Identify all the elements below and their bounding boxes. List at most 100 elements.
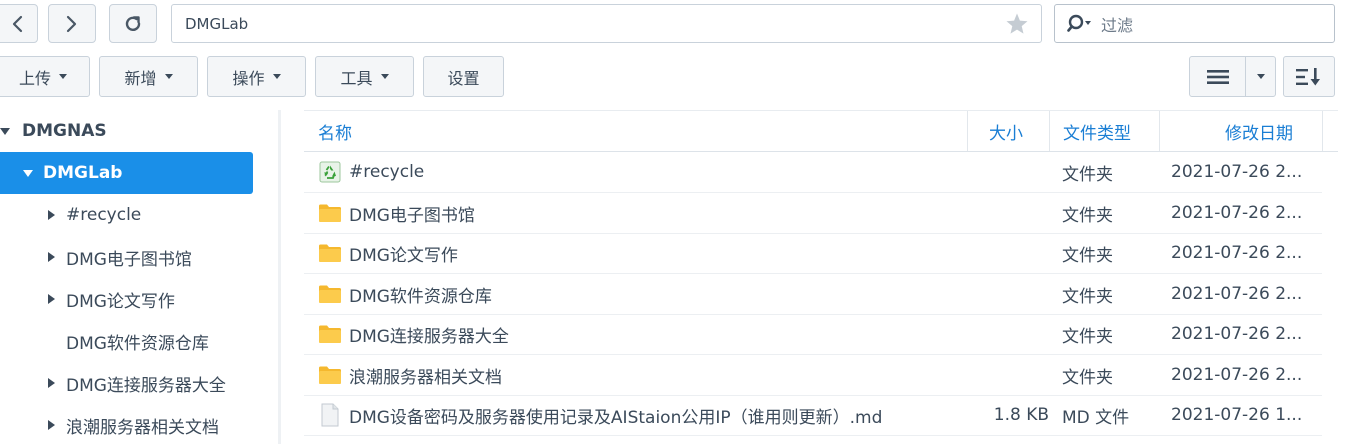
upload-button[interactable]: 上传 (0, 56, 90, 97)
chevron-right-icon (66, 15, 77, 32)
expand-right-icon[interactable] (48, 210, 55, 220)
folder-icon (318, 323, 342, 345)
tree-item[interactable]: #recycle (0, 194, 278, 236)
tree-item-label: #recycle (66, 205, 142, 225)
file-name-cell: #recycle (318, 152, 424, 192)
file-type: MD 文件 (1062, 407, 1130, 428)
file-row[interactable]: DMG设备密码及服务器使用记录及AIStaion公用IP（谁用则更新）.md 1… (304, 395, 1322, 436)
file-size: 1.8 KB (993, 405, 1049, 425)
file-name-cell: DMG软件资源仓库 (318, 274, 492, 314)
tree-item[interactable]: DMG论文写作 (0, 278, 278, 320)
column-divider[interactable] (967, 111, 968, 151)
column-header-type[interactable]: 文件类型 (1063, 111, 1131, 151)
upload-label: 上传 (18, 68, 51, 88)
expand-right-icon[interactable] (48, 420, 55, 430)
column-divider[interactable] (1322, 111, 1323, 151)
view-mode-group (1189, 56, 1276, 97)
file-modified: 2021-07-26 2... (1171, 324, 1303, 344)
list-view-button[interactable] (1190, 57, 1246, 96)
chevron-down-icon (1256, 74, 1265, 79)
file-name-cell: 浪潮服务器相关文档 (318, 355, 502, 395)
file-row[interactable]: DMG连接服务器大全 文件夹 2021-07-26 2... (304, 314, 1322, 355)
file-list-header: 名称 大小 文件类型 修改日期 (304, 110, 1338, 152)
file-name-cell: DMG连接服务器大全 (318, 314, 509, 354)
file-row[interactable]: 浪潮服务器相关文档 文件夹 2021-07-26 2... (304, 355, 1322, 396)
file-row[interactable]: DMG电子图书馆 文件夹 2021-07-26 2... (304, 193, 1322, 234)
file-modified: 2021-07-26 2... (1171, 365, 1303, 385)
chevron-down-icon (59, 74, 67, 79)
file-name-cell: DMG设备密码及服务器使用记录及AIStaion公用IP（谁用则更新）.md (318, 395, 882, 435)
expand-right-icon[interactable] (48, 378, 55, 388)
back-button[interactable] (0, 4, 38, 43)
view-mode-dropdown[interactable] (1246, 57, 1275, 96)
file-type: 文件夹 (1062, 164, 1113, 185)
tree-item[interactable]: DMG电子图书馆 (0, 236, 278, 278)
column-divider[interactable] (1049, 111, 1050, 151)
column-header-modified[interactable]: 修改日期 (1225, 111, 1293, 151)
expand-right-icon[interactable] (48, 252, 55, 262)
expand-right-icon[interactable] (48, 294, 55, 304)
search-icon (1067, 14, 1091, 32)
file-modified: 2021-07-26 2... (1171, 203, 1303, 223)
tree-root-label: DMGNAS (22, 121, 107, 141)
column-divider[interactable] (1159, 111, 1160, 151)
tree-item-label: DMG论文写作 (66, 291, 175, 312)
filter-placeholder: 过滤 (1101, 15, 1134, 35)
file-size (968, 193, 1049, 233)
file-size (968, 274, 1049, 314)
column-header-size[interactable]: 大小 (989, 111, 1023, 151)
file-type: 文件夹 (1062, 286, 1113, 307)
tree-item[interactable]: DMG软件资源仓库 (0, 320, 278, 362)
column-header-name[interactable]: 名称 (318, 111, 352, 151)
file-modified: 2021-07-26 2... (1171, 284, 1303, 304)
expand-down-icon[interactable] (0, 127, 10, 135)
file-name: DMG软件资源仓库 (349, 286, 492, 307)
file-size (968, 152, 1049, 192)
sort-button[interactable] (1283, 56, 1335, 97)
folder-icon (318, 242, 342, 264)
file-name: DMG连接服务器大全 (349, 326, 509, 347)
file-row[interactable]: DMG软件资源仓库 文件夹 2021-07-26 2... (304, 274, 1322, 315)
tree-selected-label: DMGLab (43, 163, 123, 183)
list-view-icon (1206, 69, 1229, 84)
star-icon[interactable] (1005, 12, 1029, 36)
file-name: DMG设备密码及服务器使用记录及AIStaion公用IP（谁用则更新）.md (349, 407, 883, 428)
action-button[interactable]: 操作 (207, 56, 306, 97)
chevron-down-icon (164, 74, 173, 79)
folder-icon (318, 283, 342, 305)
sort-icon (1296, 67, 1320, 85)
file-type: 文件夹 (1062, 367, 1113, 388)
file-size (968, 233, 1049, 273)
file-name: 浪潮服务器相关文档 (349, 367, 502, 388)
tree-item-selected[interactable]: DMGLab (0, 152, 253, 194)
file-type: 文件夹 (1062, 326, 1113, 347)
file-type: 文件夹 (1062, 245, 1113, 266)
action-label: 操作 (232, 68, 265, 88)
refresh-button[interactable] (109, 4, 157, 43)
folder-icon (318, 202, 342, 224)
sidebar-divider[interactable] (278, 110, 281, 444)
settings-button[interactable]: 设置 (423, 56, 504, 97)
file-row[interactable]: #recycle 文件夹 2021-07-26 2... (304, 152, 1322, 193)
tree-item[interactable]: 浪潮服务器相关文档 (0, 404, 278, 444)
forward-button[interactable] (48, 4, 96, 43)
file-name: #recycle (349, 162, 425, 182)
chevron-down-icon (272, 74, 281, 79)
file-name: DMG论文写作 (349, 245, 458, 266)
file-row[interactable]: DMG论文写作 文件夹 2021-07-26 2... (304, 233, 1322, 274)
tree-root-dmgnas[interactable]: DMGNAS (0, 110, 278, 152)
folder-icon (318, 364, 342, 386)
expand-down-icon[interactable] (23, 169, 33, 177)
tree-item[interactable]: DMG连接服务器大全 (0, 362, 278, 404)
file-name: DMG电子图书馆 (349, 205, 475, 226)
new-button[interactable]: 新增 (99, 56, 198, 97)
file-modified: 2021-07-26 2... (1171, 162, 1303, 182)
file-type: 文件夹 (1062, 205, 1113, 226)
tools-button[interactable]: 工具 (315, 56, 414, 97)
chevron-left-icon (12, 15, 23, 32)
file-name-cell: DMG论文写作 (318, 233, 458, 273)
path-bar[interactable]: DMGLab (171, 4, 1042, 43)
file-modified: 2021-07-26 2... (1171, 243, 1303, 263)
file-modified: 2021-07-26 1... (1171, 405, 1303, 425)
filter-input[interactable]: 过滤 (1054, 4, 1335, 43)
